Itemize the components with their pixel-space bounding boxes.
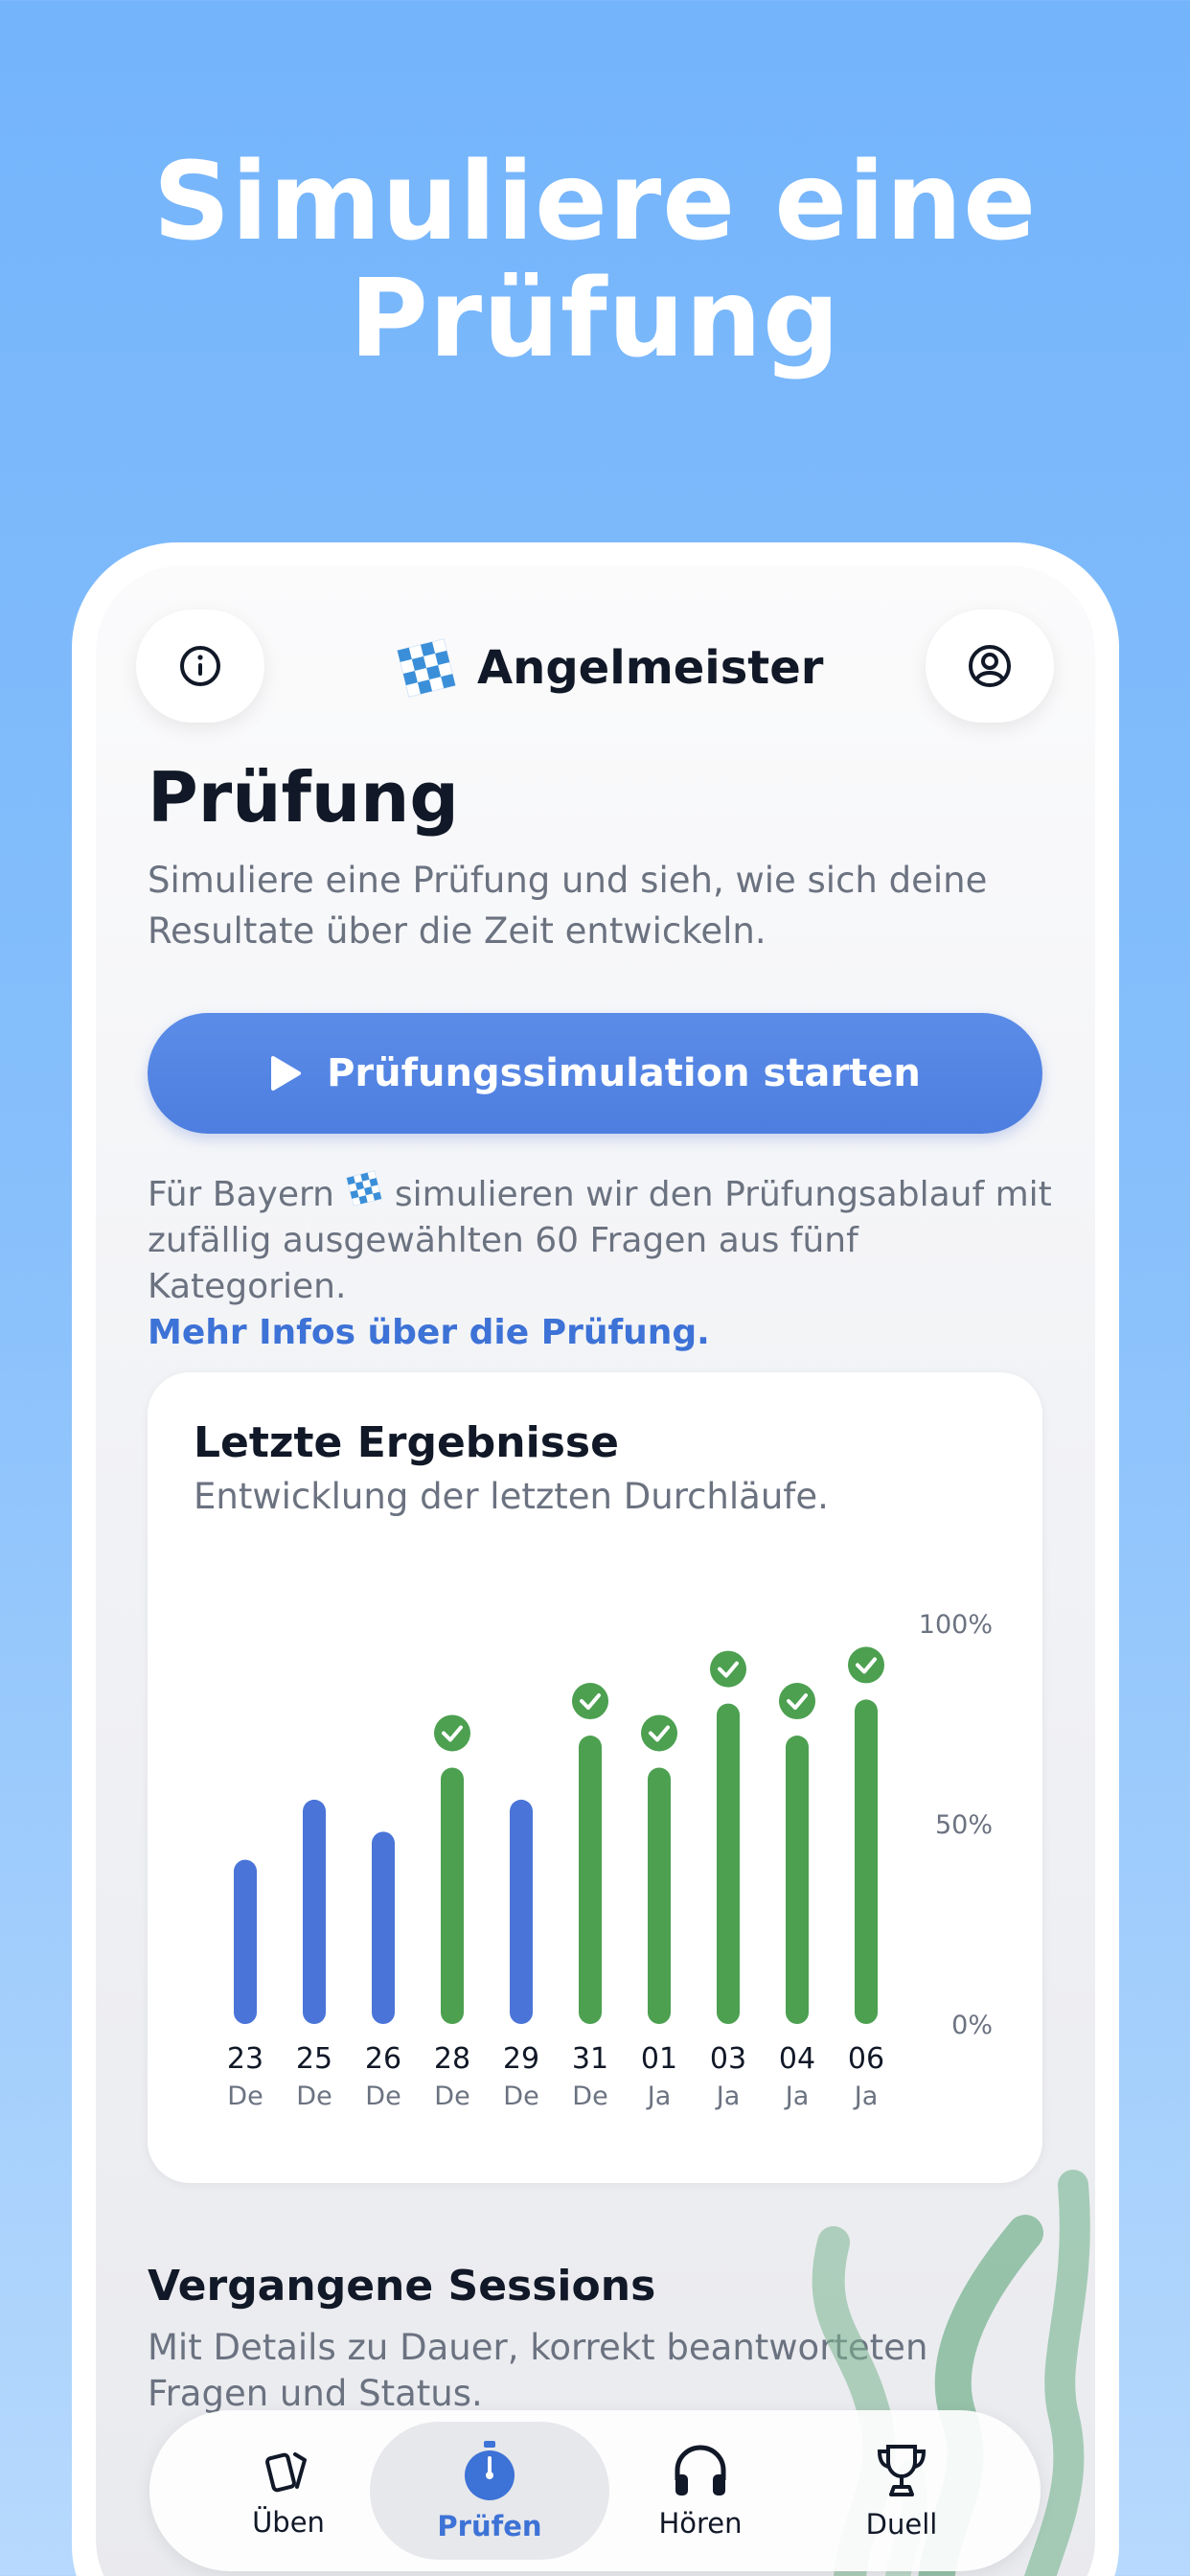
x-tick-day: 23: [227, 2042, 263, 2076]
check-circle-icon: [641, 1714, 677, 1752]
brand: Angelmeister: [395, 634, 823, 702]
tab-label: Prüfen: [437, 2510, 542, 2542]
chart-bar: [648, 1767, 671, 2024]
tab-label: Duell: [865, 2508, 938, 2541]
more-info-link[interactable]: Mehr Infos über die Prüfung.: [148, 1310, 1067, 1356]
page-title: Prüfung: [148, 757, 459, 838]
app-name: Angelmeister: [477, 641, 824, 695]
x-tick-month: Ja: [715, 2082, 741, 2111]
results-card: Letzte Ergebnisse Entwicklung der letzte…: [148, 1372, 1042, 2183]
x-tick-day: 31: [572, 2042, 608, 2076]
x-tick-day: 25: [296, 2042, 332, 2076]
app-screen: Angelmeister Prüfung Simuliere eine Prüf…: [96, 565, 1095, 2576]
x-tick-month: De: [227, 2082, 263, 2111]
x-tick-day: 26: [365, 2042, 401, 2076]
headline: Simuliere eine Prüfung: [0, 144, 1190, 378]
chart-bar: [786, 1736, 809, 2024]
tab-duell[interactable]: Duell: [782, 2422, 1021, 2560]
check-circle-icon: [434, 1714, 470, 1752]
start-simulation-button[interactable]: Prüfungssimulation starten: [148, 1013, 1042, 1134]
x-tick-day: 04: [779, 2042, 815, 2076]
exam-info-text: Für Bayern simulieren wir den Prüfungsab…: [148, 1169, 1067, 1356]
stopwatch-icon: [465, 2441, 515, 2500]
bavaria-flag-icon: [346, 1170, 383, 1207]
chart-bar: [234, 1859, 257, 2024]
x-tick-day: 28: [434, 2042, 470, 2076]
start-simulation-label: Prüfungssimulation starten: [327, 1051, 921, 1095]
chart-bar: [717, 1703, 740, 2024]
tab-label: Hören: [658, 2507, 743, 2540]
results-bar-chart: 23 De 25 De 26 De 28 De 29 De 31 De 01 Ja 03 Ja 04 Ja 06 Ja…: [227, 1610, 993, 2111]
x-tick-day: 01: [641, 2042, 677, 2076]
chart-bar: [510, 1799, 533, 2024]
info-icon: [180, 646, 220, 686]
chart-bar: [441, 1767, 464, 2024]
bavaria-flag-icon: [397, 638, 456, 698]
sessions-title: Vergangene Sessions: [148, 2262, 656, 2311]
chart-bar: [303, 1799, 326, 2024]
info-button[interactable]: [136, 610, 264, 723]
page-description: Simuliere eine Prüfung und sieh, wie sic…: [148, 860, 988, 952]
tab-bar: Üben Prüfen Hören Duell: [149, 2410, 1041, 2571]
x-tick-day: 29: [503, 2042, 539, 2076]
tab-pruefen[interactable]: Prüfen: [370, 2422, 609, 2560]
tab-label: Üben: [252, 2506, 325, 2539]
x-tick-month: De: [365, 2082, 400, 2111]
check-circle-icon: [710, 1650, 746, 1688]
exam-info-before: Für Bayern: [148, 1175, 334, 1214]
headline-line-2: Prüfung: [349, 257, 841, 381]
x-tick-month: Ja: [646, 2082, 672, 2111]
headline-line-1: Simuliere eine: [152, 140, 1038, 264]
chart-bar: [372, 1831, 395, 2024]
trophy-icon: [877, 2445, 927, 2496]
headphones-icon: [675, 2445, 726, 2496]
x-tick-month: De: [434, 2082, 469, 2111]
x-tick-month: De: [296, 2082, 332, 2111]
y-tick-label: 0%: [951, 2011, 993, 2040]
chart-bar: [579, 1736, 602, 2024]
check-circle-icon: [572, 1683, 608, 1720]
x-tick-day: 06: [848, 2042, 884, 2076]
x-tick-month: De: [503, 2082, 538, 2111]
user-circle-icon: [969, 645, 1011, 687]
check-circle-icon: [848, 1646, 884, 1684]
y-tick-label: 50%: [935, 1810, 993, 1840]
profile-button[interactable]: [926, 610, 1054, 723]
x-tick-month: De: [572, 2082, 607, 2111]
x-tick-day: 03: [710, 2042, 746, 2076]
check-circle-icon: [779, 1683, 815, 1720]
chart-bar: [855, 1699, 878, 2024]
y-tick-label: 100%: [919, 1610, 993, 1640]
x-tick-month: Ja: [853, 2082, 879, 2111]
cards-icon: [265, 2452, 307, 2493]
x-tick-month: Ja: [784, 2082, 810, 2111]
play-icon: [271, 1056, 302, 1091]
